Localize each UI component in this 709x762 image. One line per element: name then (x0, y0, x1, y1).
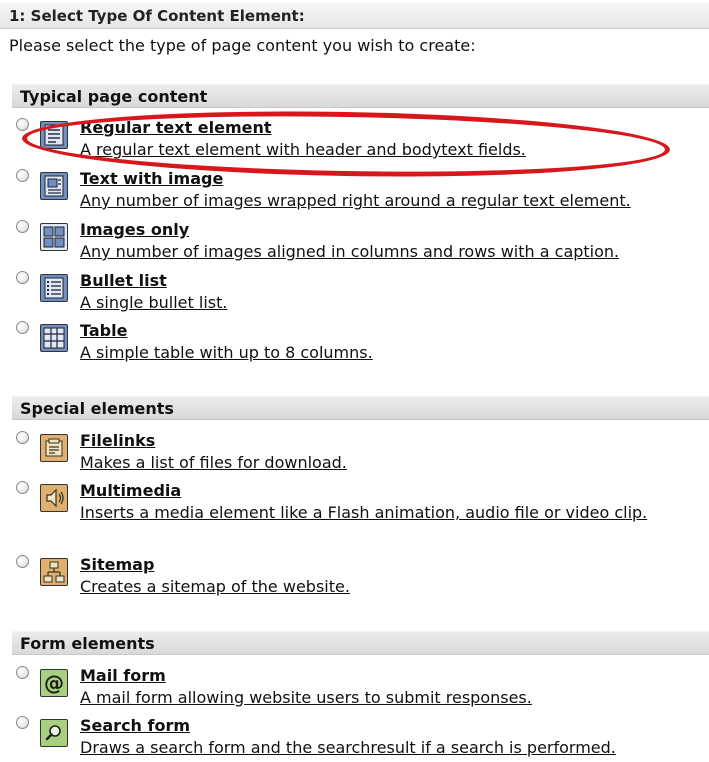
section-typical: Typical page content (0, 84, 709, 108)
radio-bullet-list[interactable] (16, 271, 29, 284)
filelinks-icon (40, 434, 68, 462)
images-icon (40, 223, 68, 251)
title-multimedia[interactable]: Multimedia (80, 481, 181, 500)
desc-filelinks[interactable]: Makes a list of files for download. (80, 452, 705, 474)
title-table[interactable]: Table (80, 321, 127, 340)
title-search-form[interactable]: Search form (80, 716, 190, 735)
radio-sitemap[interactable] (16, 555, 29, 568)
desc-table[interactable]: A simple table with up to 8 columns. (80, 342, 705, 364)
text-with-image-icon (40, 172, 68, 200)
title-regular-text[interactable]: Regular text element (80, 118, 272, 137)
item-bullet-list[interactable]: Bullet list A single bullet list. (0, 271, 709, 317)
desc-text-with-image[interactable]: Any number of images wrapped right aroun… (80, 190, 705, 212)
radio-multimedia[interactable] (16, 481, 29, 494)
radio-text-with-image[interactable] (16, 169, 29, 182)
mail-form-icon: @ (40, 669, 68, 697)
desc-multimedia[interactable]: Inserts a media element like a Flash ani… (80, 502, 705, 524)
section-form: Form elements (0, 631, 709, 655)
desc-regular-text[interactable]: A regular text element with header and b… (80, 139, 705, 161)
radio-regular-text[interactable] (16, 118, 29, 131)
title-images-only[interactable]: Images only (80, 220, 189, 239)
item-table[interactable]: Table A simple table with up to 8 column… (0, 321, 709, 367)
radio-filelinks[interactable] (16, 431, 29, 444)
radio-mail-form[interactable] (16, 666, 29, 679)
title-filelinks[interactable]: Filelinks (80, 431, 155, 450)
radio-search-form[interactable] (16, 716, 29, 729)
section-header-typical: Typical page content (12, 84, 709, 108)
title-text-with-image[interactable]: Text with image (80, 169, 223, 188)
section-header-special: Special elements (12, 396, 709, 420)
radio-table[interactable] (16, 321, 29, 334)
section-special: Special elements (0, 396, 709, 420)
desc-images-only[interactable]: Any number of images aligned in columns … (80, 241, 705, 263)
sitemap-icon (40, 558, 68, 586)
title-mail-form[interactable]: Mail form (80, 666, 166, 685)
item-search-form[interactable]: Search form Draws a search form and the … (0, 716, 709, 762)
search-form-icon (40, 719, 68, 747)
desc-mail-form[interactable]: A mail form allowing website users to su… (80, 687, 705, 709)
text-element-icon (40, 121, 68, 149)
item-regular-text[interactable]: Regular text element A regular text elem… (0, 118, 709, 164)
item-filelinks[interactable]: Filelinks Makes a list of files for down… (0, 431, 709, 477)
table-icon (40, 324, 68, 352)
multimedia-icon (40, 484, 68, 512)
item-text-with-image[interactable]: Text with image Any number of images wra… (0, 169, 709, 215)
svg-text:@: @ (44, 671, 64, 695)
radio-images-only[interactable] (16, 220, 29, 233)
desc-search-form[interactable]: Draws a search form and the searchresult… (80, 737, 705, 759)
item-mail-form[interactable]: @ Mail form A mail form allowing website… (0, 666, 709, 712)
title-sitemap[interactable]: Sitemap (80, 555, 154, 574)
item-multimedia[interactable]: Multimedia Inserts a media element like … (0, 481, 709, 527)
item-images-only[interactable]: Images only Any number of images aligned… (0, 220, 709, 266)
desc-sitemap[interactable]: Creates a sitemap of the website. (80, 576, 705, 598)
desc-bullet-list[interactable]: A single bullet list. (80, 292, 705, 314)
step-title: 1: Select Type Of Content Element: (0, 3, 709, 29)
title-bullet-list[interactable]: Bullet list (80, 271, 167, 290)
intro-text: Please select the type of page content y… (9, 36, 476, 55)
section-header-form: Form elements (12, 631, 709, 655)
item-sitemap[interactable]: Sitemap Creates a sitemap of the website… (0, 555, 709, 601)
bullet-list-icon (40, 274, 68, 302)
